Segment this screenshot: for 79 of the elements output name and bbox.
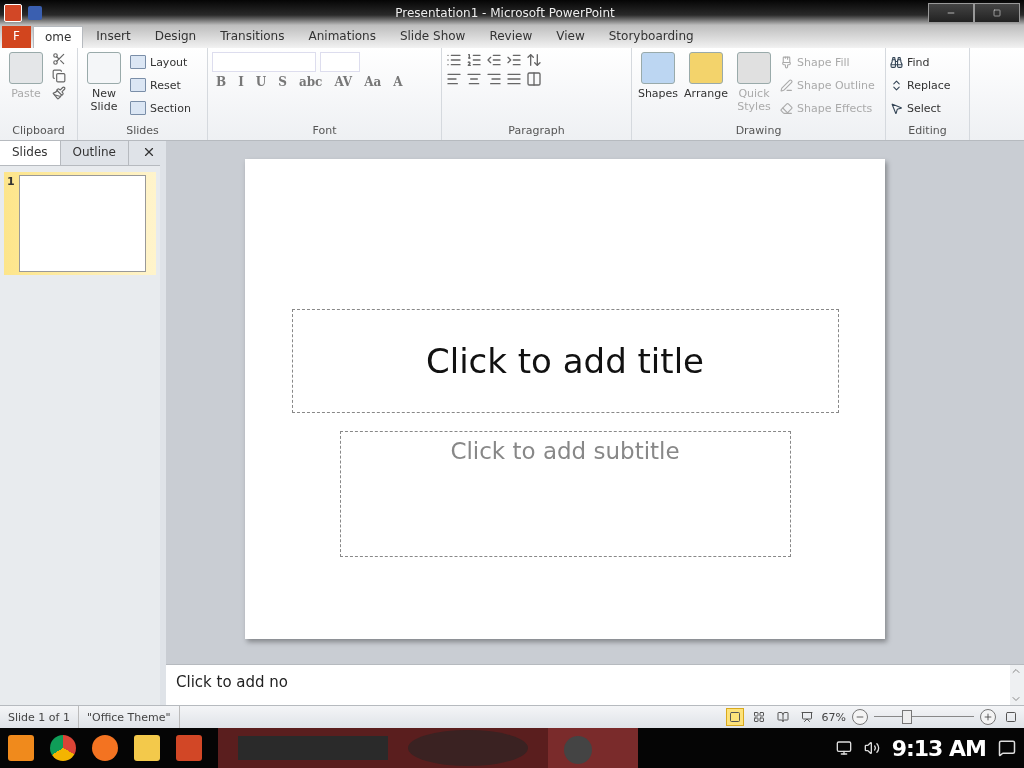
format-button[interactable]: abc <box>294 75 327 89</box>
copy-icon[interactable] <box>52 69 66 83</box>
slide-thumbnail[interactable] <box>18 175 146 272</box>
slide-thumbnail-row[interactable]: 1 <box>4 172 156 275</box>
editing-command[interactable]: Replace <box>890 75 951 95</box>
format-button[interactable]: B <box>212 75 231 89</box>
title-placeholder[interactable]: Click to add title <box>291 309 839 413</box>
group-label: Drawing <box>734 124 783 139</box>
slider-thumb[interactable] <box>902 710 912 724</box>
brush-icon[interactable] <box>52 86 66 100</box>
zoom-out-button[interactable] <box>852 709 868 725</box>
paragraph-icon[interactable] <box>506 52 522 68</box>
subtitle-placeholder[interactable]: Click to add subtitle <box>339 431 791 557</box>
zoom-in-button[interactable] <box>980 709 996 725</box>
paragraph-icon[interactable] <box>526 52 542 68</box>
drawing-button[interactable]: Shapes <box>636 52 680 124</box>
window-title: Presentation1 - Microsoft PowerPoint <box>394 5 616 20</box>
align-icon[interactable] <box>466 71 482 87</box>
font-name-field[interactable] <box>212 52 316 72</box>
ribbon-tab[interactable]: Animations <box>297 26 387 48</box>
format-button[interactable]: AV <box>330 75 357 89</box>
ribbon-tab[interactable]: Insert <box>85 26 142 48</box>
plus-icon <box>983 712 993 722</box>
app-icon[interactable] <box>4 3 22 22</box>
group-label: Font <box>311 124 338 139</box>
maximize-icon <box>993 8 1001 17</box>
ribbon-tab[interactable]: ome <box>32 26 84 48</box>
slides-command[interactable]: Reset <box>130 75 191 95</box>
group-label: Editing <box>907 124 948 139</box>
format-button[interactable]: S <box>274 75 291 89</box>
binoculars-icon <box>890 55 903 69</box>
format-button[interactable]: U <box>251 75 271 89</box>
view-icon <box>728 711 741 723</box>
paragraph-icon[interactable] <box>486 52 502 68</box>
align-icon[interactable] <box>486 71 502 87</box>
view-icon <box>776 711 789 723</box>
ribbon-tab[interactable]: View <box>545 26 596 48</box>
format-button[interactable]: I <box>234 75 248 89</box>
ribbon-tab[interactable]: Storyboarding <box>597 26 705 48</box>
fit-icon <box>1005 711 1017 723</box>
font-size-field[interactable] <box>320 52 360 72</box>
group-label: Clipboard <box>11 124 66 139</box>
drawing-button[interactable]: Arrange <box>684 52 728 124</box>
ribbon-tab[interactable]: Transitions <box>209 26 296 48</box>
zoom-level: 67% <box>821 710 846 724</box>
view-button[interactable] <box>725 708 744 726</box>
pointer-icon <box>890 101 903 115</box>
scissors-icon[interactable] <box>52 52 66 66</box>
slide-number: 1 <box>7 175 15 190</box>
slides-command[interactable]: Layout <box>130 52 191 72</box>
new-slide-button[interactable]: New Slide <box>82 52 126 124</box>
align-icon[interactable] <box>526 71 542 87</box>
paragraph-icon[interactable] <box>446 52 462 68</box>
panel-tab[interactable]: Slides <box>0 141 61 165</box>
volume-icon[interactable] <box>863 740 880 756</box>
paragraph-icon[interactable] <box>466 52 482 68</box>
editing-command[interactable]: Select <box>890 98 951 118</box>
minimize-button[interactable] <box>928 2 974 23</box>
file-tab[interactable]: F <box>2 26 31 48</box>
align-icon[interactable] <box>446 71 462 87</box>
ribbon-tab[interactable]: Design <box>143 26 208 48</box>
group-label: Paragraph <box>507 124 566 139</box>
align-icon[interactable] <box>506 71 522 87</box>
editing-command[interactable]: Find <box>890 52 951 72</box>
shape-format-icon <box>780 55 793 69</box>
network-icon[interactable] <box>835 740 852 756</box>
view-icon <box>800 711 813 723</box>
slides-command[interactable]: Section <box>130 98 191 118</box>
shape-format-icon <box>780 78 793 92</box>
ribbon-tab[interactable]: Slide Show <box>388 26 477 48</box>
notifications-icon[interactable] <box>998 739 1016 757</box>
format-button[interactable]: Aa <box>360 75 386 89</box>
view-icon <box>752 711 765 723</box>
maximize-button[interactable] <box>974 2 1020 23</box>
clock: 9:13 AM <box>891 735 986 761</box>
shape-format-icon <box>780 101 793 115</box>
group-label: Slides <box>125 124 160 139</box>
format-button[interactable]: A <box>389 75 407 89</box>
ribbon-tab[interactable]: Review <box>478 26 544 48</box>
